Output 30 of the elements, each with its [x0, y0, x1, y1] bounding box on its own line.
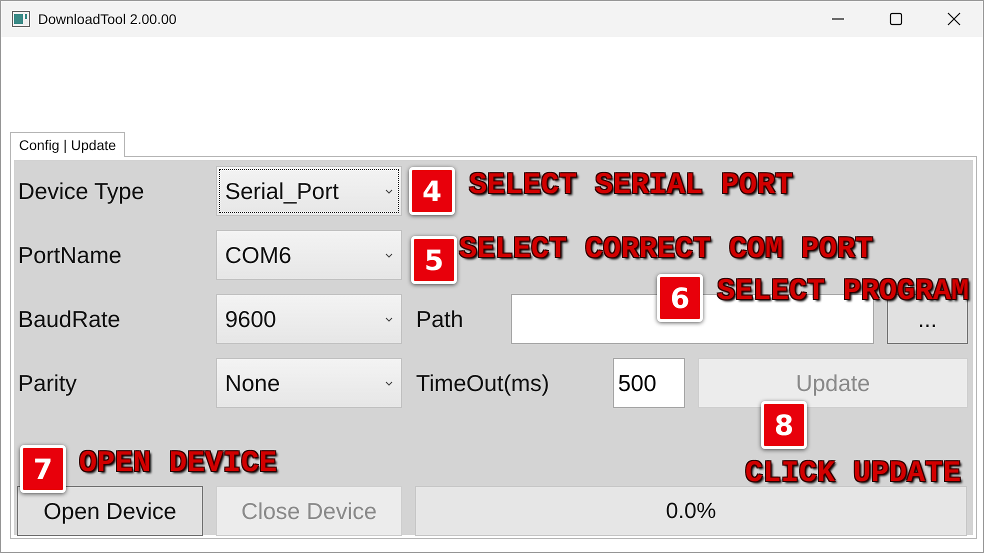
step-badge: 8	[761, 401, 807, 449]
step-caption: SELECT SERIAL PORT	[469, 171, 794, 201]
chevron-icon	[385, 380, 393, 386]
dropdown[interactable]: COM6	[216, 230, 402, 280]
step-caption: CLICK UPDATE	[745, 459, 962, 489]
step-badge: 6	[657, 274, 703, 322]
field-label: Device Type	[18, 178, 146, 204]
field-label: BaudRate	[18, 306, 122, 332]
field-label: Parity	[18, 370, 78, 396]
chevron-icon	[385, 188, 393, 194]
open-device-button[interactable]: Open Device	[17, 486, 203, 536]
step-badge: 5	[411, 236, 457, 284]
step-badge: 7	[20, 445, 66, 493]
dropdown[interactable]: 9600	[216, 294, 402, 344]
chevron-icon	[385, 316, 393, 322]
step-caption: SELECT CORRECT COM PORT	[459, 235, 874, 265]
dropdown[interactable]: Serial_Port	[216, 166, 402, 216]
field-label: TimeOut(ms)	[416, 370, 550, 396]
timeout-field[interactable]: 500	[613, 358, 685, 408]
app-icon	[12, 11, 30, 27]
step-badge: 4	[409, 167, 455, 215]
field-label: PortName	[18, 242, 123, 268]
field-label: Path	[416, 306, 464, 332]
tab[interactable]: Config | Update	[10, 132, 126, 157]
dropdown[interactable]: None	[216, 358, 402, 408]
close-icon[interactable]	[947, 12, 961, 26]
maximize-icon[interactable]	[889, 12, 903, 26]
chevron-icon	[385, 252, 393, 258]
window-title: DownloadTool 2.00.00	[38, 11, 177, 27]
step-caption: OPEN DEVICE	[79, 449, 278, 479]
